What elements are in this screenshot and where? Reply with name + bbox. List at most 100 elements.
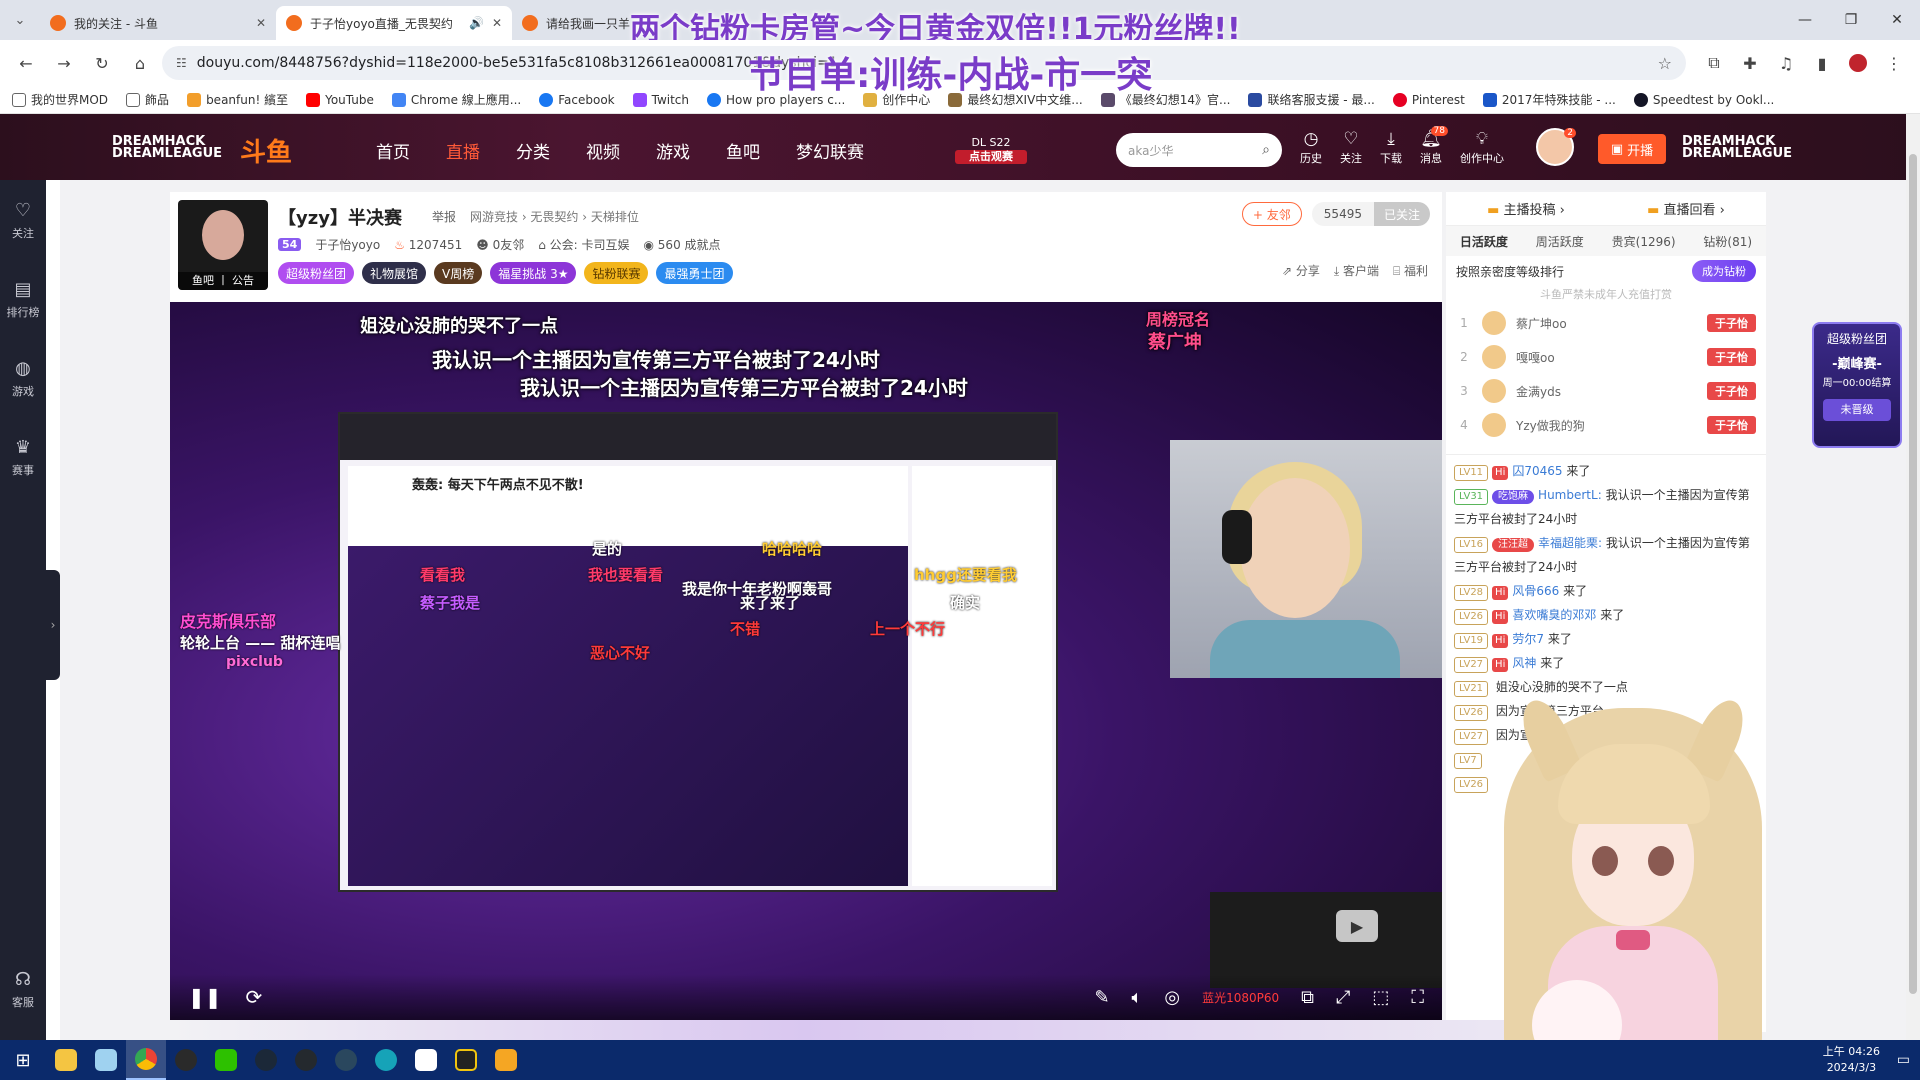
obs-icon[interactable]	[166, 1040, 206, 1080]
rank-row[interactable]: 1 蔡广坤oo 于子怡	[1446, 306, 1766, 340]
tab-weekly-activity[interactable]: 周活跃度	[1536, 233, 1584, 250]
minimize-icon[interactable]: —	[1782, 0, 1828, 40]
guild-info[interactable]: ⌂ 公会: 卡司互娱	[538, 236, 629, 253]
tag-super-fans[interactable]: 超级粉丝团	[278, 262, 355, 284]
search-input[interactable]: aka少华 ⌕	[1116, 133, 1282, 167]
file-explorer-icon[interactable]	[46, 1040, 86, 1080]
browser-icon[interactable]	[366, 1040, 406, 1080]
nav-video[interactable]: 视频	[586, 138, 620, 163]
nav-home[interactable]: 首页	[376, 138, 410, 163]
followed-button[interactable]: 已关注	[1373, 202, 1430, 226]
sidebar-item-ranking[interactable]: ▤ 排行榜	[7, 279, 40, 320]
site-info-icon[interactable]: ☷	[176, 56, 187, 70]
tag-lucky-challenge[interactable]: 福星挑战 3★	[490, 262, 577, 284]
download-button[interactable]: ⤓ 下载	[1380, 130, 1402, 166]
bookmark-item[interactable]: 联络客服支援 - 最...	[1248, 91, 1375, 108]
bookmark-item[interactable]: 2017年特殊技能 - ...	[1482, 91, 1616, 108]
web-fullscreen-icon[interactable]: ⤢	[1336, 987, 1350, 1008]
share-button[interactable]: ⇗ 分享	[1282, 262, 1320, 279]
notification-icon[interactable]: ▭	[1897, 1052, 1910, 1068]
dl-watch-badge[interactable]: DL S22 点击观赛	[955, 136, 1027, 166]
tab-diamond-fans[interactable]: 钻粉(81)	[1703, 233, 1752, 250]
extension-icon[interactable]: ⧉	[1698, 47, 1730, 79]
chrome-menu-icon[interactable]: ⋮	[1878, 47, 1910, 79]
steam2-icon[interactable]	[326, 1040, 366, 1080]
tag-gift-hall[interactable]: 礼物展馆	[362, 262, 427, 284]
add-friend-button[interactable]: + 友邻	[1241, 202, 1302, 226]
pause-icon[interactable]: ❚❚	[188, 985, 222, 1009]
scrollbar-thumb[interactable]	[1909, 154, 1917, 994]
danmu-toggle-icon[interactable]: ◎	[1164, 987, 1180, 1008]
tab-vip[interactable]: 贵宾(1296)	[1612, 233, 1676, 250]
bookmark-item[interactable]: 飾品	[126, 91, 169, 108]
browser-tab-2[interactable]: 于子怡yoyo直播_无畏契约 🔊 ✕	[276, 6, 512, 40]
nav-live[interactable]: 直播	[446, 138, 480, 163]
browser-tab-1[interactable]: 我的关注 - 斗鱼 ✕	[40, 6, 276, 40]
bookmark-item[interactable]: 我的世界MOD	[12, 91, 108, 108]
sidebar-item-support[interactable]: ☊ 客服	[12, 969, 34, 1010]
bookmark-item[interactable]: Pinterest	[1392, 92, 1465, 107]
quality-selector[interactable]: 蓝光1080P60	[1202, 989, 1279, 1006]
chrome-icon[interactable]	[126, 1040, 166, 1080]
sidebar-item-games[interactable]: ◍ 游戏	[12, 358, 34, 399]
nav-yuba[interactable]: 鱼吧	[726, 138, 760, 163]
search-icon[interactable]: ⌕	[1262, 142, 1270, 158]
follow-button[interactable]: ♡ 关注	[1340, 130, 1362, 166]
play-overlay-icon[interactable]: ▶	[1336, 910, 1378, 942]
nav-category[interactable]: 分类	[516, 138, 550, 163]
sidebar-item-follow[interactable]: ♡ 关注	[12, 200, 34, 241]
volume-icon[interactable]: 🔈︎	[1132, 987, 1143, 1008]
sidebar-item-events[interactable]: ♛ 赛事	[12, 437, 34, 478]
tab-close-icon[interactable]: ✕	[256, 16, 266, 30]
tag-v-weekly[interactable]: V周榜	[434, 262, 483, 284]
bilibili-icon[interactable]	[406, 1040, 446, 1080]
audio-playing-icon[interactable]: 🔊	[469, 16, 484, 30]
creator-center-button[interactable]: 💡︎ 创作中心	[1460, 130, 1504, 166]
profile-avatar-icon[interactable]	[1842, 47, 1874, 79]
fullscreen-icon[interactable]: ⛶	[1411, 987, 1424, 1008]
dl-watch-button[interactable]: 点击观赛	[955, 150, 1027, 164]
bookmark-item[interactable]: Speedtest by Ookl...	[1633, 92, 1774, 107]
bookmark-item[interactable]: beanfun! 繽至	[187, 91, 288, 108]
bookmark-item[interactable]: Twitch	[632, 92, 689, 107]
super-fans-peak-card[interactable]: 超级粉丝团 -巅峰赛- 周一00:00结算 未晋级	[1812, 322, 1902, 448]
history-button[interactable]: ◷ 历史	[1300, 130, 1322, 166]
close-window-icon[interactable]: ✕	[1874, 0, 1920, 40]
card-status-button[interactable]: 未晋级	[1823, 399, 1891, 421]
tag-diamond-league[interactable]: 钻粉联赛	[584, 262, 649, 284]
streamer-avatar[interactable]: 鱼吧 丨 公告	[178, 200, 268, 290]
nav-games[interactable]: 游戏	[656, 138, 690, 163]
room-category-breadcrumb[interactable]: 网游竞技 › 无畏契约 › 天梯排位	[470, 208, 639, 225]
page-scrollbar[interactable]	[1906, 114, 1920, 1040]
windows-start-icon[interactable]: ⊞	[0, 1040, 46, 1080]
github-icon[interactable]	[286, 1040, 326, 1080]
video-player[interactable]: 轰轰: 每天下午两点不见不散! 姐没心没肺的哭不了一点 我认识一个主播因为宣传第…	[170, 302, 1442, 1020]
bookmark-item[interactable]: Chrome 線上應用...	[391, 91, 521, 108]
messages-button[interactable]: 🔔︎ 78 消息	[1420, 126, 1448, 166]
streamer-posts-link[interactable]: ▬ 主播投稿 ›	[1487, 199, 1565, 218]
tab-search-chevron-icon[interactable]: ⌄	[0, 0, 40, 40]
app-icon[interactable]	[486, 1040, 526, 1080]
report-link[interactable]: 举报	[432, 208, 456, 225]
steam-icon[interactable]	[246, 1040, 286, 1080]
nav-dreamleague[interactable]: 梦幻联赛	[796, 138, 864, 163]
puzzle-extensions-icon[interactable]: ✚	[1734, 47, 1766, 79]
bookmark-item[interactable]: Facebook	[539, 92, 615, 107]
client-button[interactable]: ⤓ 客户端	[1334, 262, 1379, 279]
side-panel-icon[interactable]: ▮	[1806, 47, 1838, 79]
media-controls-icon[interactable]: ♫	[1770, 47, 1802, 79]
user-avatar[interactable]: 2	[1536, 128, 1576, 166]
streamer-name[interactable]: 于子怡yoyo	[315, 236, 380, 253]
dreamleague-logo-right[interactable]: DREAMHACK DREAMLEAGUE	[1682, 135, 1792, 160]
avatar-yuba-tag[interactable]: 鱼吧 丨 公告	[178, 272, 268, 290]
rank-row[interactable]: 2 嘎嘎oo 于子怡	[1446, 340, 1766, 374]
danmu-edit-icon[interactable]: ✎	[1094, 987, 1109, 1008]
sidebar-expand-chevron-icon[interactable]: ›	[46, 570, 60, 680]
tab-close-icon[interactable]: ✕	[492, 16, 502, 30]
wechat-icon[interactable]	[206, 1040, 246, 1080]
g-hub-icon[interactable]	[446, 1040, 486, 1080]
pip-icon[interactable]: ⧉	[1301, 987, 1314, 1008]
douyu-logo[interactable]: 斗鱼	[240, 132, 292, 169]
refresh-icon[interactable]: ⟳	[246, 985, 263, 1009]
restore-icon[interactable]: ❐	[1828, 0, 1874, 40]
